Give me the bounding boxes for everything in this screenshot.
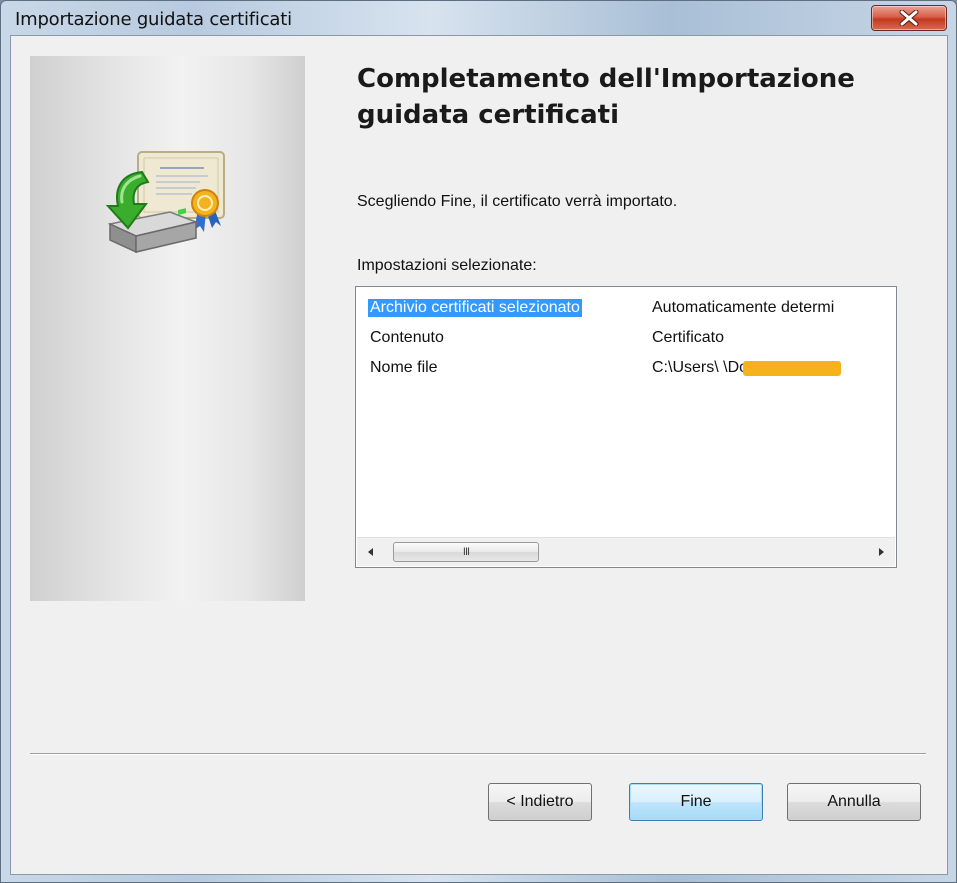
setting-value: Automaticamente determi	[652, 299, 835, 316]
setting-name: Archivio certificati selezionato	[368, 299, 582, 317]
close-button[interactable]	[871, 5, 947, 31]
finish-button[interactable]: Fine	[629, 783, 763, 821]
list-item[interactable]: Archivio certificati selezionato Automat…	[356, 295, 896, 322]
page-title: Completamento dell'Importazione guidata …	[357, 64, 855, 130]
scroll-left-arrow-icon[interactable]	[363, 544, 379, 560]
window-title: Importazione guidata certificati	[15, 9, 292, 30]
list-item[interactable]: Contenuto Certificato	[356, 325, 896, 352]
scrollbar-thumb[interactable]: III	[393, 542, 539, 562]
list-item[interactable]: Nome file C:\Users\ \Docu	[356, 355, 896, 382]
setting-name: Contenuto	[370, 329, 444, 346]
scrollbar-grip: III	[462, 546, 470, 558]
setting-name: Nome file	[370, 359, 438, 376]
title-bar[interactable]: Importazione guidata certificati	[1, 1, 956, 35]
scroll-right-arrow-icon[interactable]	[873, 544, 889, 560]
wizard-window: Importazione guidata certificati Complet…	[0, 0, 957, 883]
settings-list[interactable]: Archivio certificati selezionato Automat…	[355, 286, 897, 568]
wizard-side-panel	[30, 56, 305, 601]
redaction-mark	[743, 361, 841, 376]
certificate-import-icon	[105, 151, 225, 254]
settings-label: Impostazioni selezionate:	[357, 257, 537, 274]
back-button[interactable]: < Indietro	[488, 783, 592, 821]
close-icon	[899, 10, 919, 26]
cancel-button[interactable]: Annulla	[787, 783, 921, 821]
setting-value: Certificato	[652, 329, 725, 346]
horizontal-scrollbar[interactable]: III	[357, 537, 895, 566]
intro-text: Scegliendo Fine, il certificato verrà im…	[357, 193, 678, 210]
footer-separator	[30, 753, 926, 755]
